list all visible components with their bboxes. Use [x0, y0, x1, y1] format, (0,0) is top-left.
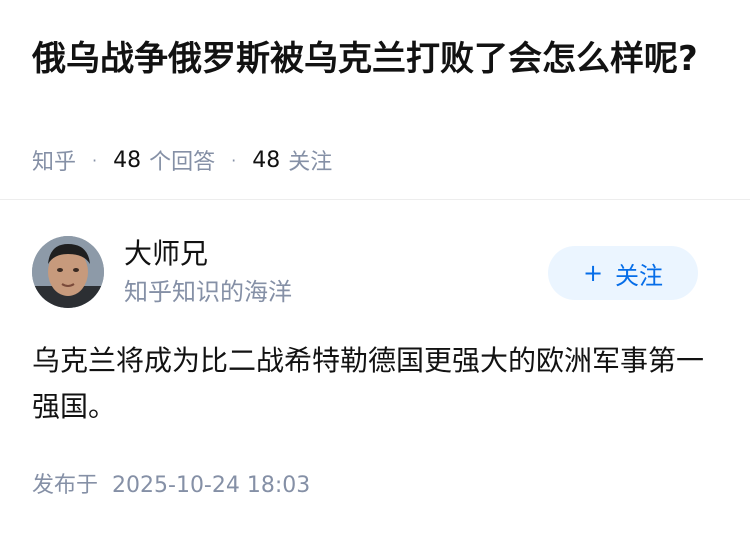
question-header: 俄乌战争俄罗斯被乌克兰打败了会怎么样呢? 知乎 · 48 个回答 · 48 关注 [0, 0, 750, 200]
answer-count: 48 [113, 147, 142, 173]
follow-count-label: 关注 [288, 150, 333, 175]
follow-count: 48 [252, 147, 281, 173]
publish-info: 发布于 2025-10-24 18:03 [32, 470, 310, 502]
avatar[interactable] [32, 236, 104, 308]
answer-count-label[interactable]: 个回答 [149, 144, 215, 176]
author-info: 大师兄 知乎知识的海洋 + 关注 [32, 236, 718, 308]
question-meta: 知乎 · 48 个回答 · 48 关注 [32, 144, 332, 176]
plus-icon: + [582, 259, 604, 287]
question-title[interactable]: 俄乌战争俄罗斯被乌克兰打败了会怎么样呢? [32, 34, 712, 84]
publish-label: 发布于 [32, 473, 99, 498]
publish-time: 2025-10-24 18:03 [112, 473, 311, 498]
author-name[interactable]: 大师兄 [124, 236, 208, 272]
meta-separator: · [92, 150, 98, 170]
answer-content[interactable]: 乌克兰将成为比二战希特勒德国更强大的欧洲军事第一强国。 [32, 338, 712, 430]
avatar-photo-icon [32, 236, 104, 308]
author-bio: 知乎知识的海洋 [124, 278, 292, 306]
follow-button-label: 关注 [615, 261, 664, 290]
source-label[interactable]: 知乎 [32, 144, 76, 176]
follow-button[interactable]: + 关注 [548, 246, 698, 300]
meta-separator: · [231, 150, 237, 170]
